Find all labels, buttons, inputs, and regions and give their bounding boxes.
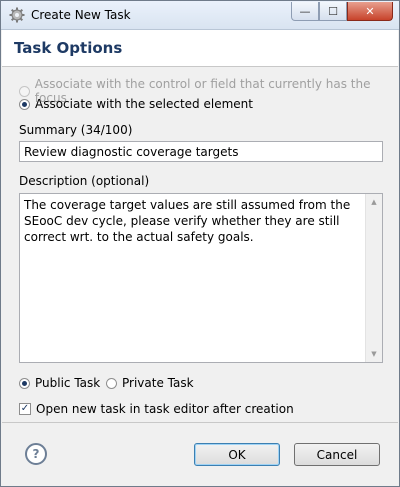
radio-button-icon[interactable] bbox=[19, 377, 30, 389]
summary-input[interactable]: Review diagnostic coverage targets bbox=[19, 141, 383, 162]
radio-button-icon[interactable] bbox=[19, 85, 30, 97]
radio-public-task-label: Public Task bbox=[35, 376, 101, 390]
minimize-button[interactable]: — bbox=[291, 2, 319, 21]
radio-public-task[interactable]: Public Task bbox=[19, 376, 100, 390]
open-in-editor-checkbox[interactable]: ✓ Open new task in task editor after cre… bbox=[19, 402, 294, 416]
description-scrollbar[interactable]: ▲ ▼ bbox=[365, 194, 382, 362]
description-label: Description (optional) bbox=[19, 174, 150, 188]
radio-button-icon[interactable] bbox=[106, 377, 117, 389]
radio-associate-selected-label: Associate with the selected element bbox=[35, 97, 253, 111]
close-button[interactable]: ✕ bbox=[347, 2, 393, 21]
radio-associate-selected[interactable]: Associate with the selected element bbox=[19, 97, 253, 111]
radio-button-icon[interactable] bbox=[19, 98, 30, 110]
summary-label: Summary (34/100) bbox=[19, 123, 133, 137]
checkbox-checked-icon[interactable]: ✓ bbox=[19, 403, 31, 415]
gear-icon bbox=[9, 7, 25, 23]
title-bar: Create New Task — ☐ ✕ bbox=[1, 1, 399, 30]
cancel-button[interactable]: Cancel bbox=[294, 443, 380, 466]
scroll-down-arrow-icon[interactable]: ▼ bbox=[366, 346, 382, 362]
window-title: Create New Task bbox=[31, 8, 131, 22]
dialog-header: Task Options bbox=[2, 30, 398, 67]
radio-private-task-label: Private Task bbox=[122, 376, 194, 390]
radio-private-task[interactable]: Private Task bbox=[106, 376, 194, 390]
description-text: The coverage target values are still ass… bbox=[24, 198, 351, 244]
window-controls: — ☐ ✕ bbox=[291, 2, 393, 22]
help-icon[interactable]: ? bbox=[25, 443, 47, 465]
create-new-task-dialog: Create New Task — ☐ ✕ Task Options Assoc… bbox=[0, 0, 400, 487]
description-textarea[interactable]: The coverage target values are still ass… bbox=[19, 193, 383, 363]
ok-button[interactable]: OK bbox=[194, 443, 280, 466]
page-title: Task Options bbox=[14, 39, 123, 57]
dialog-footer: ? OK Cancel bbox=[2, 422, 398, 486]
dialog-content: Associate with the control or field that… bbox=[2, 67, 398, 421]
open-in-editor-label: Open new task in task editor after creat… bbox=[36, 402, 294, 416]
maximize-button[interactable]: ☐ bbox=[319, 2, 347, 21]
scroll-up-arrow-icon[interactable]: ▲ bbox=[366, 194, 382, 210]
